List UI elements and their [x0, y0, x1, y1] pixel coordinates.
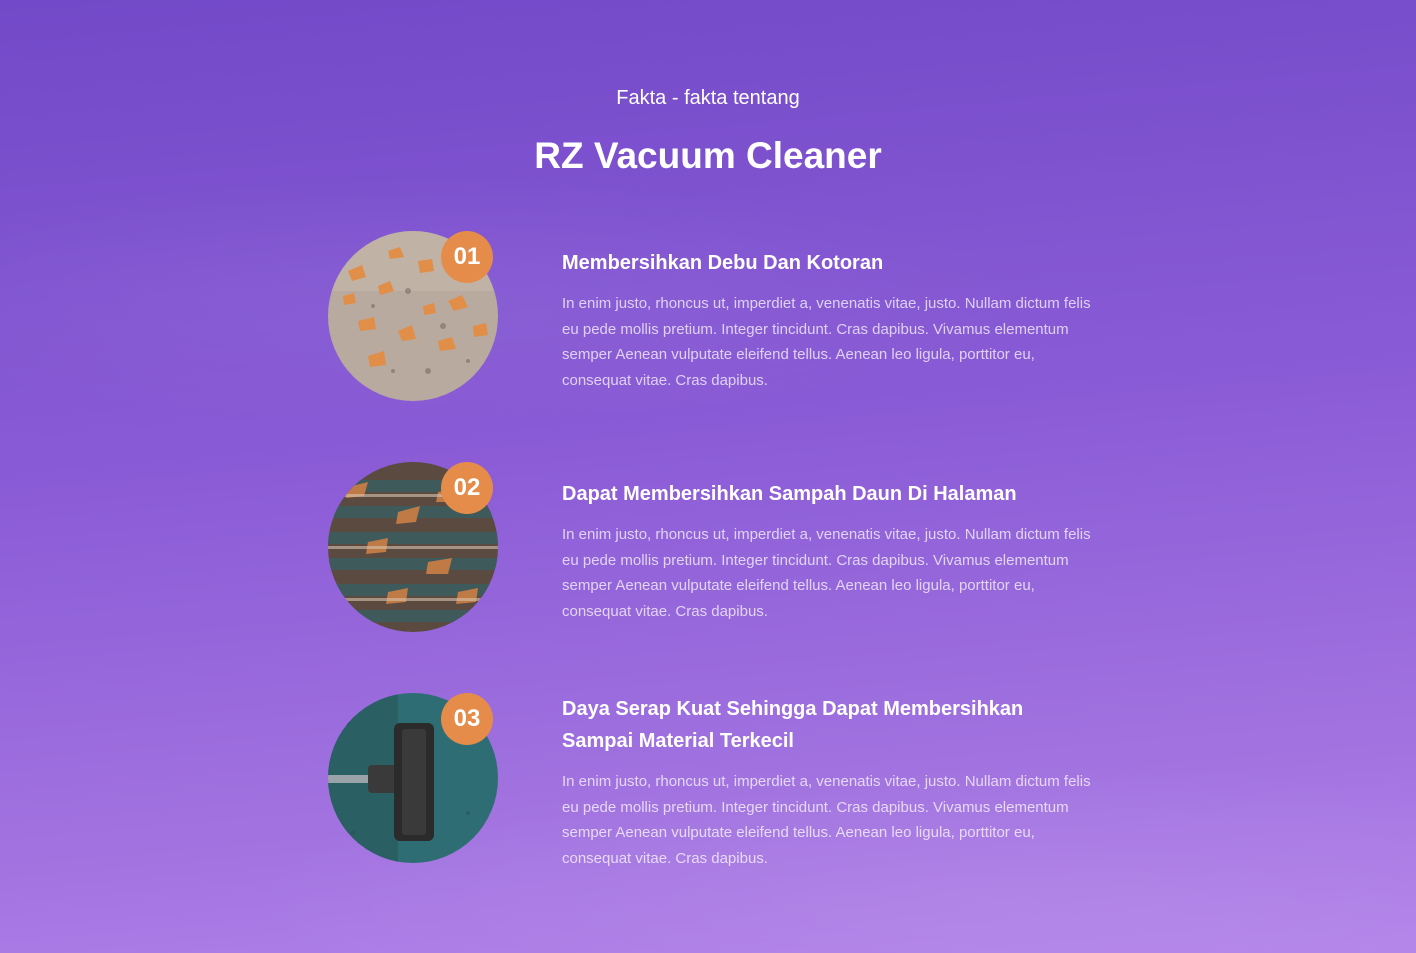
fact-text: Dapat Membersihkan Sampah Daun Di Halama…: [562, 478, 1092, 624]
fact-title: Dapat Membersihkan Sampah Daun Di Halama…: [562, 483, 1017, 505]
section-header: Fakta - fakta tentang RZ Vacuum Cleaner: [0, 84, 1416, 178]
fact-description: In enim justo, rhoncus ut, imperdiet a, …: [562, 773, 1091, 867]
fact-number-badge: 02: [441, 462, 493, 514]
fact-text: Daya Serap Kuat Sehingga Dapat Membersih…: [562, 693, 1092, 871]
fact-number-badge: 03: [441, 693, 493, 745]
fact-text: Membersihkan Debu Dan Kotoran In enim ju…: [562, 247, 1092, 393]
fact-title: Membersihkan Debu Dan Kotoran: [562, 252, 884, 274]
section-subtitle: Fakta - fakta tentang: [616, 87, 800, 109]
section-title: RZ Vacuum Cleaner: [534, 135, 882, 176]
fact-title: Daya Serap Kuat Sehingga Dapat Membersih…: [562, 698, 1024, 752]
fact-description: In enim justo, rhoncus ut, imperdiet a, …: [562, 295, 1091, 389]
fact-item: 01 Membersihkan Debu Dan Kotoran In enim…: [328, 231, 1098, 403]
fact-item: 02 Dapat Membersihkan Sampah Daun Di Hal…: [328, 462, 1098, 634]
fact-number-badge: 01: [441, 231, 493, 283]
fact-description: In enim justo, rhoncus ut, imperdiet a, …: [562, 526, 1091, 620]
fact-item: 03 Daya Serap Kuat Sehingga Dapat Member…: [328, 693, 1098, 867]
